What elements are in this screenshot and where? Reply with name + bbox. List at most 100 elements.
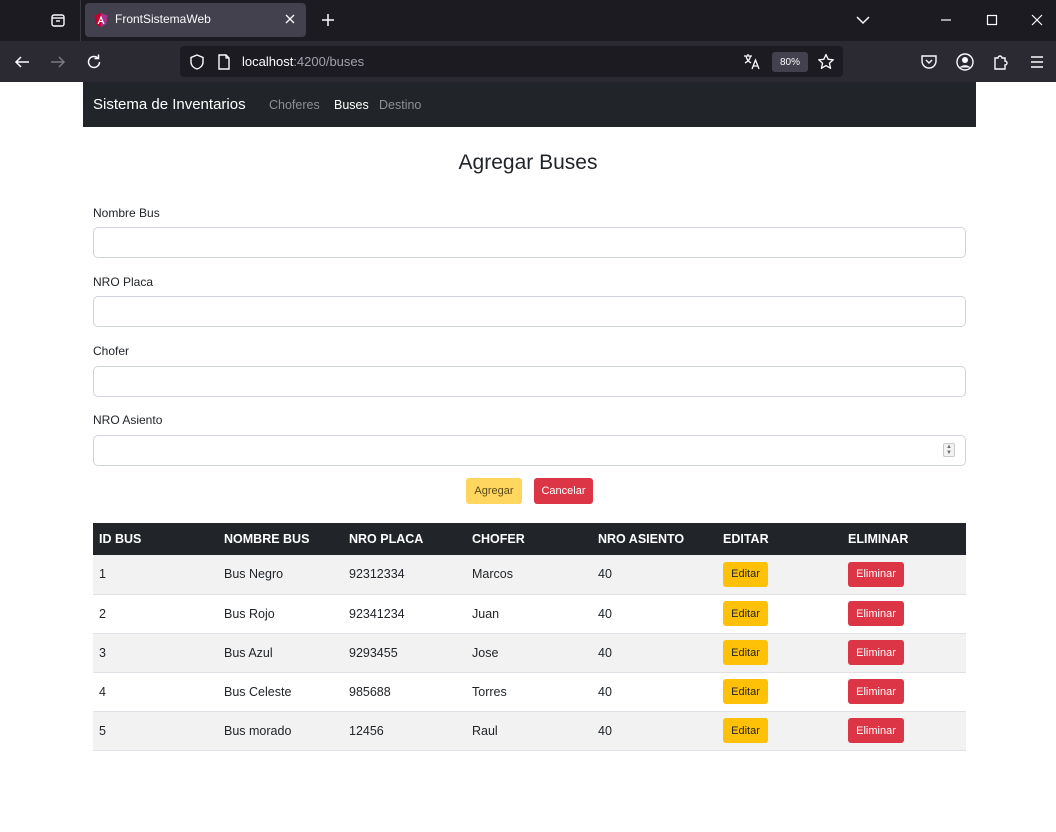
sidebar-toggle-icon[interactable] (46, 9, 70, 31)
cell-editar: Editar (717, 594, 842, 634)
cell-eliminar: Eliminar (842, 555, 966, 595)
cancelar-button[interactable]: Cancelar (534, 478, 593, 504)
cell-placa: 92312334 (343, 555, 466, 595)
url-text: localhost:4200/buses (242, 54, 364, 69)
agregar-button[interactable]: Agregar (466, 478, 522, 504)
cell-placa: 9293455 (343, 633, 466, 673)
spinner-down-icon[interactable]: ▼ (946, 450, 952, 456)
address-bar[interactable]: localhost:4200/buses 80% (180, 46, 843, 77)
cell-chofer: Juan (466, 594, 592, 634)
cell-chofer: Raul (466, 711, 592, 751)
nro-asiento-input[interactable]: ▲ ▼ (93, 435, 966, 466)
nombre-bus-label: Nombre Bus (93, 206, 160, 220)
navbar-brand[interactable]: Sistema de Inventarios (93, 96, 246, 113)
maximize-icon[interactable] (982, 10, 1002, 30)
cell-eliminar: Eliminar (842, 672, 966, 712)
cell-id: 4 (93, 672, 218, 712)
cell-chofer: Torres (466, 672, 592, 712)
header-eliminar: ELIMINAR (842, 523, 966, 555)
cell-id: 3 (93, 633, 218, 673)
header-nro-asiento: NRO ASIENTO (592, 523, 717, 555)
cell-eliminar: Eliminar (842, 594, 966, 634)
cell-placa: 985688 (343, 672, 466, 712)
forward-arrow-icon[interactable] (47, 51, 69, 73)
close-tab-icon[interactable] (282, 11, 298, 27)
tab-separator (80, 0, 81, 41)
tracking-shield-icon[interactable] (188, 53, 206, 71)
table-header-row: ID BUS NOMBRE BUS NRO PLACA CHOFER NRO A… (93, 523, 966, 555)
browser-tab-bar: FrontSistemaWeb (0, 0, 1056, 41)
page-info-icon[interactable] (216, 53, 232, 71)
cell-chofer: Marcos (466, 555, 592, 595)
cell-id: 2 (93, 594, 218, 634)
number-spinner-icon[interactable]: ▲ ▼ (943, 443, 955, 457)
table-row: 2 Bus Rojo 92341234 Juan 40 Editar Elimi… (93, 594, 966, 634)
list-tabs-chevron-down-icon[interactable] (853, 10, 873, 30)
editar-button[interactable]: Editar (723, 679, 768, 704)
cell-eliminar: Eliminar (842, 711, 966, 751)
cell-asiento: 40 (592, 672, 717, 712)
cell-nombre: Bus Celeste (218, 672, 343, 712)
back-arrow-icon[interactable] (11, 51, 33, 73)
cell-editar: Editar (717, 555, 842, 595)
cell-chofer: Jose (466, 633, 592, 673)
header-chofer: CHOFER (466, 523, 592, 555)
translate-icon[interactable] (742, 52, 762, 72)
cell-nombre: Bus Azul (218, 633, 343, 673)
eliminar-button[interactable]: Eliminar (848, 679, 904, 704)
nro-placa-input[interactable] (93, 296, 966, 327)
chofer-label: Chofer (93, 344, 130, 358)
minimize-icon[interactable] (936, 10, 956, 30)
browser-tab[interactable]: FrontSistemaWeb (85, 3, 306, 37)
cell-editar: Editar (717, 633, 842, 673)
nro-asiento-label: NRO Asiento (93, 413, 163, 427)
reload-icon[interactable] (83, 51, 105, 73)
editar-button[interactable]: Editar (723, 640, 768, 665)
header-nombre-bus: NOMBRE BUS (218, 523, 343, 555)
editar-button[interactable]: Editar (723, 718, 768, 743)
close-window-icon[interactable] (1027, 10, 1047, 30)
angular-favicon-icon (93, 12, 109, 28)
zoom-level-button[interactable]: 80% (772, 52, 808, 72)
table-row: 4 Bus Celeste 985688 Torres 40 Editar El… (93, 672, 966, 712)
header-id-bus: ID BUS (93, 523, 218, 555)
buses-table: ID BUS NOMBRE BUS NRO PLACA CHOFER NRO A… (93, 523, 966, 751)
header-editar: EDITAR (717, 523, 842, 555)
cell-eliminar: Eliminar (842, 633, 966, 673)
cell-nombre: Bus morado (218, 711, 343, 751)
chofer-input[interactable] (93, 366, 966, 397)
editar-button[interactable]: Editar (723, 601, 768, 626)
cell-editar: Editar (717, 672, 842, 712)
url-host: localhost (242, 54, 294, 69)
extensions-puzzle-icon[interactable] (990, 51, 1012, 73)
eliminar-button[interactable]: Eliminar (848, 601, 904, 626)
new-tab-icon[interactable] (318, 10, 338, 30)
page-title: Agregar Buses (458, 151, 598, 174)
cell-editar: Editar (717, 711, 842, 751)
cell-id: 5 (93, 711, 218, 751)
table-row: 5 Bus morado 12456 Raul 40 Editar Elimin… (93, 711, 966, 751)
nav-link-destino[interactable]: Destino (379, 98, 421, 112)
cell-asiento: 40 (592, 594, 717, 634)
cell-placa: 12456 (343, 711, 466, 751)
cell-placa: 92341234 (343, 594, 466, 634)
eliminar-button[interactable]: Eliminar (848, 561, 904, 587)
bookmark-star-icon[interactable] (816, 52, 836, 72)
nav-link-buses[interactable]: Buses (334, 98, 369, 112)
cell-nombre: Bus Negro (218, 555, 343, 595)
cell-asiento: 40 (592, 555, 717, 595)
nav-link-choferes[interactable]: Choferes (269, 98, 320, 112)
table-row: 3 Bus Azul 9293455 Jose 40 Editar Elimin… (93, 633, 966, 673)
eliminar-button[interactable]: Eliminar (848, 640, 904, 665)
nombre-bus-input[interactable] (93, 227, 966, 258)
eliminar-button[interactable]: Eliminar (848, 718, 904, 743)
cell-asiento: 40 (592, 633, 717, 673)
menu-hamburger-icon[interactable] (1026, 51, 1048, 73)
pocket-icon[interactable] (918, 51, 940, 73)
cell-asiento: 40 (592, 711, 717, 751)
account-icon[interactable] (954, 51, 976, 73)
editar-button[interactable]: Editar (723, 561, 768, 587)
browser-toolbar: localhost:4200/buses 80% (0, 41, 1056, 82)
tab-title: FrontSistemaWeb (115, 12, 211, 26)
url-path: :4200/buses (293, 54, 365, 69)
